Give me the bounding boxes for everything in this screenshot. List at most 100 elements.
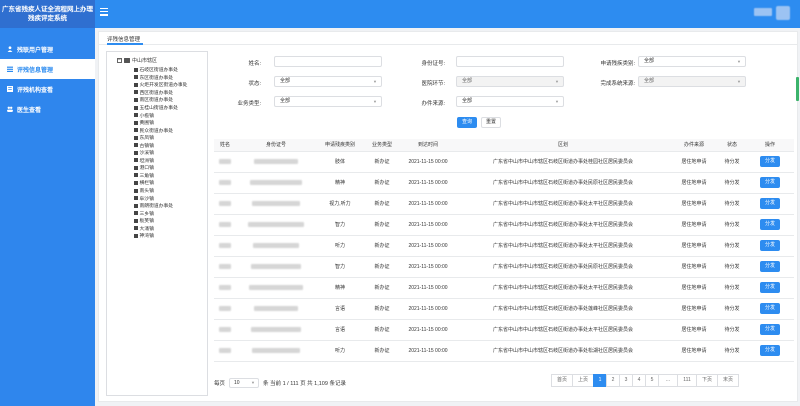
tree-node-label: 黄圃镇 [139, 121, 154, 127]
tab-assessment-info[interactable]: 评残信息管理 [107, 35, 140, 43]
business-type-select[interactable]: 全部 ▼ [274, 96, 382, 107]
page-size-select[interactable]: 10 ▼ [229, 378, 260, 388]
page-button[interactable]: 2 [606, 374, 620, 387]
tree-node[interactable]: 南头镇 [134, 187, 187, 195]
col-action: 操作 [746, 139, 794, 152]
distribute-button[interactable]: 分发 [760, 345, 780, 356]
cell-id-redacted [236, 172, 316, 194]
tree-node[interactable]: 火炬开发区街道办事处 [134, 81, 187, 89]
tree-node[interactable]: 神湾镇 [134, 232, 187, 240]
sidebar-item-user-management[interactable]: 残联用户管理 [0, 39, 95, 59]
distribute-button[interactable]: 分发 [760, 198, 780, 209]
tree-node-label: 大涌镇 [139, 226, 154, 232]
page-button[interactable]: 末页 [717, 374, 739, 387]
page-button[interactable]: 4 [632, 374, 646, 387]
tree-children: 石岐区街道办事处 东区街道办事处 火炬开发区街道办事处 西区街道办事处 南区街道办事处五… [134, 66, 187, 240]
cell-action: 分发 [746, 214, 794, 236]
tree-node[interactable]: 板芙镇 [134, 217, 187, 225]
file-icon [134, 105, 138, 110]
tree-node[interactable]: 民众街道办事处 [134, 126, 187, 134]
cell-source: 居住地申请 [670, 214, 718, 236]
tree-node[interactable]: 阜沙镇 [134, 194, 187, 202]
tree-node[interactable]: 黄圃镇 [134, 119, 187, 127]
file-icon [134, 113, 138, 118]
page-button[interactable]: 首页 [551, 374, 573, 387]
file-icon [134, 196, 138, 201]
distribute-button[interactable]: 分发 [760, 261, 780, 272]
cell-status: 待分发 [718, 214, 746, 236]
cell-status: 待分发 [718, 277, 746, 299]
user-name-redacted [754, 8, 772, 16]
distribute-button[interactable]: 分发 [760, 324, 780, 335]
cell-id-redacted [236, 277, 316, 299]
hamburger-icon[interactable] [100, 8, 108, 18]
tree-node[interactable]: 三角镇 [134, 172, 187, 180]
cell-status: 待分发 [718, 340, 746, 362]
tree-node[interactable]: 沙溪镇 [134, 149, 187, 157]
file-icon [134, 158, 138, 163]
id-label: 身份证号: [421, 61, 445, 67]
tree-node[interactable]: 南朗街道办事处 [134, 202, 187, 210]
cell-name-redacted [214, 298, 236, 320]
tree-node[interactable]: 横栏镇 [134, 179, 187, 187]
query-button[interactable]: 查询 [457, 117, 477, 128]
grid-icon [7, 86, 13, 92]
distribute-button[interactable]: 分发 [760, 240, 780, 251]
status-select[interactable]: 全部 ▼ [274, 76, 382, 87]
page-button[interactable]: 111 [677, 374, 697, 387]
tree-node[interactable]: 港口镇 [134, 164, 187, 172]
status-label: 状态: [248, 81, 261, 87]
tree-node-label: 南区街道办事处 [139, 98, 174, 104]
file-icon [134, 128, 138, 133]
reset-button[interactable]: 重置 [481, 117, 501, 128]
id-input[interactable] [456, 56, 564, 67]
apply-type-select[interactable]: 全部 ▼ [638, 56, 746, 67]
cell-region: 广东省中山市中山市辖区石岐区街道办事处太平社区居民委员会 [456, 235, 670, 257]
tree-node[interactable]: 三乡镇 [134, 209, 187, 217]
user-menu[interactable] [754, 6, 790, 20]
cell-id-redacted [236, 340, 316, 362]
tree-node[interactable]: 五桂山街道办事处 [134, 104, 187, 112]
sidebar-item-institutions[interactable]: 评残机构查看 [0, 79, 95, 99]
page-button[interactable]: 3 [619, 374, 633, 387]
cell-name-redacted [214, 340, 236, 362]
sidebar-item-doctors[interactable]: 医生查看 [0, 99, 95, 119]
pagination: 首页 上页 1 2 3 4 5... 111 下页 末页 [551, 374, 739, 387]
col-id: 身份证号 [236, 139, 316, 152]
collapse-toggle-icon[interactable]: − [117, 58, 122, 63]
avatar[interactable] [776, 6, 790, 20]
page-button[interactable]: 下页 [696, 374, 718, 387]
cell-source: 居住地申请 [670, 340, 718, 362]
table-row: 精神 新办证 2021-11-15 00:00 广东省中山市中山市辖区石岐区街道办事处… [214, 277, 794, 299]
tree-node[interactable]: 东区街道办事处 [134, 74, 187, 82]
file-icon [134, 135, 138, 140]
col-arrival-time: 到达时间 [400, 139, 456, 152]
page-button[interactable]: 上页 [572, 374, 594, 387]
tree-root-label: 中山市辖区 [132, 58, 158, 64]
cell-apply-type: 言语 [316, 319, 364, 341]
distribute-button[interactable]: 分发 [760, 177, 780, 188]
tree-node[interactable]: 小榄镇 [134, 111, 187, 119]
table-body: 肢体 新办证 2021-11-15 00:00 广东省中山市中山市辖区石岐区街道办事处… [214, 151, 794, 362]
col-region: 区划 [456, 139, 670, 152]
distribute-button[interactable]: 分发 [760, 303, 780, 314]
tree-node[interactable]: 南区街道办事处 [134, 96, 187, 104]
scrollbar[interactable] [796, 77, 799, 101]
distribute-button[interactable]: 分发 [760, 156, 780, 167]
tree-node[interactable]: 古镇镇 [134, 141, 187, 149]
tree-node[interactable]: 石岐区街道办事处 [134, 66, 187, 74]
tree-node[interactable]: 东凤镇 [134, 134, 187, 142]
cell-id-redacted [236, 214, 316, 236]
distribute-button[interactable]: 分发 [760, 219, 780, 230]
distribute-button[interactable]: 分发 [760, 282, 780, 293]
tree-node[interactable]: 大涌镇 [134, 224, 187, 232]
name-input[interactable] [274, 56, 382, 67]
tree-node[interactable]: 西区街道办事处 [134, 89, 187, 97]
sidebar-item-assessment-info[interactable]: 评残信息管理 [0, 59, 95, 79]
page-button[interactable]: 1 [593, 374, 607, 387]
source-select[interactable]: 全部 ▼ [456, 96, 564, 107]
tree-root-node[interactable]: − 中山市辖区 [117, 57, 157, 64]
page-button[interactable]: 5 [645, 374, 659, 387]
tree-node[interactable]: 坦洲镇 [134, 157, 187, 165]
cell-apply-type: 听力 [316, 235, 364, 257]
